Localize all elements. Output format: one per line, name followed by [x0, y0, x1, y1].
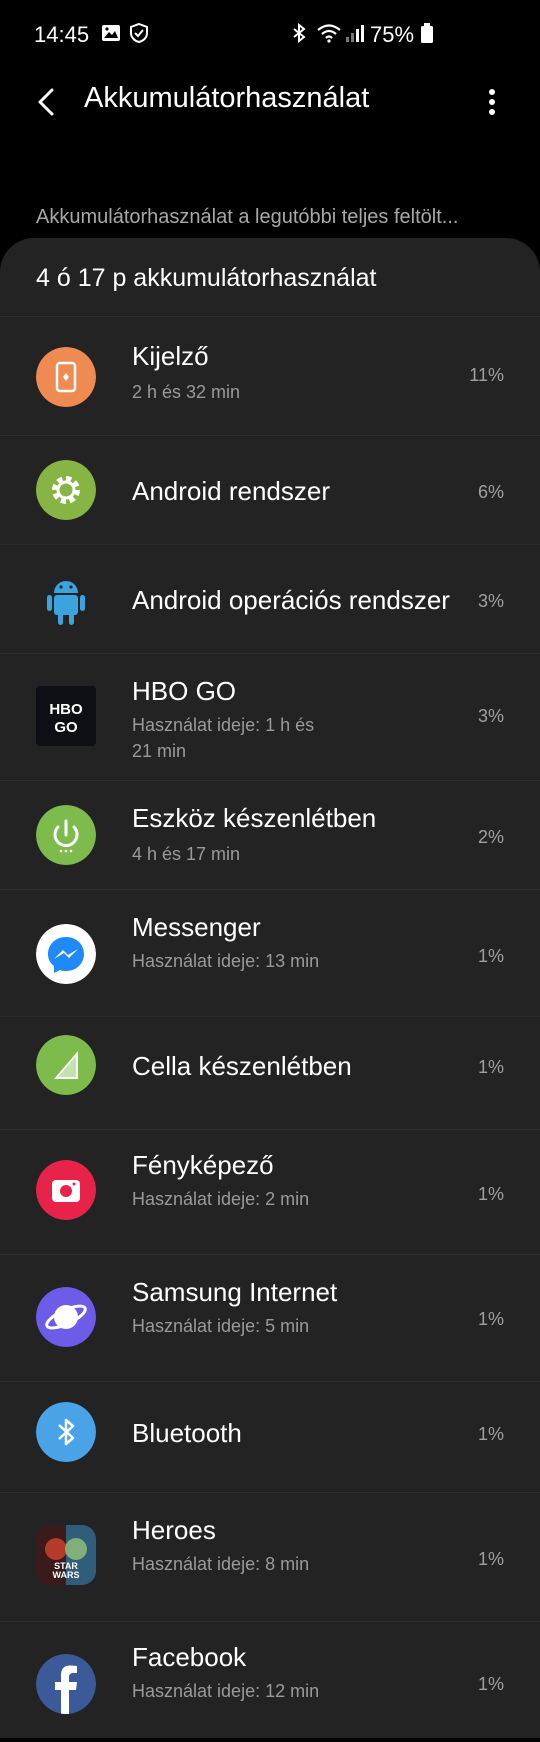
battery-usage-card: 4 ó 17 p akkumulátorhasználat Kijelző 2 …: [0, 238, 540, 1738]
list-item-bluetooth[interactable]: Bluetooth 1%: [0, 1381, 540, 1492]
item-sub: Használat ideje: 1 h és 21 min: [132, 715, 315, 761]
bluetooth-status-icon: [293, 22, 306, 44]
item-name: Heroes: [132, 1515, 216, 1545]
list-item-device-standby[interactable]: Eszköz készenlétben 4 h és 17 min 2%: [0, 780, 540, 889]
hbo-logo-text: HBO: [49, 701, 83, 718]
power-icon: [36, 805, 96, 865]
item-percent: 1%: [477, 1674, 504, 1694]
item-name: Android operációs rendszer: [132, 585, 450, 615]
back-button[interactable]: [30, 84, 66, 120]
gallery-icon: [102, 25, 120, 41]
item-name: HBO GO: [132, 676, 237, 706]
shield-icon: [130, 22, 148, 44]
item-name: Cella készenlétben: [132, 1051, 352, 1081]
status-bar: 14:45 75%: [0, 0, 540, 68]
list-item-messenger[interactable]: Messenger Használat ideje: 13 min 1%: [0, 889, 540, 1016]
item-sub: Használat ideje: 12 min: [132, 1681, 320, 1701]
item-name: Bluetooth: [132, 1418, 242, 1448]
heroes-logo-line-2: WARS: [53, 1570, 80, 1580]
android-robot-icon: [36, 569, 96, 629]
item-name: Messenger: [132, 912, 261, 942]
facebook-icon: [36, 1654, 96, 1714]
item-name: Facebook: [132, 1642, 247, 1672]
app-bar: Akkumulátorhasználat: [0, 68, 540, 168]
hbo-go-icon: HBO GO: [36, 686, 96, 746]
item-percent: 1%: [477, 1057, 504, 1077]
item-sub: Használat ideje: 2 min: [132, 1189, 310, 1209]
list-item-heroes[interactable]: STAR WARS Heroes Használat ideje: 8 min …: [0, 1492, 540, 1621]
list-item-facebook[interactable]: Facebook Használat ideje: 12 min 1%: [0, 1621, 540, 1742]
page-title: Akkumulátorhasználat: [84, 82, 370, 114]
item-percent: 1%: [477, 1549, 504, 1569]
item-sub: Használat ideje: 13 min: [132, 951, 320, 971]
item-sub: 2 h és 32 min: [132, 382, 241, 402]
item-name: Android rendszer: [132, 476, 330, 506]
wifi-icon: [317, 24, 341, 43]
item-name: Fényképező: [132, 1150, 274, 1180]
list-item-hbo-go[interactable]: HBO GO HBO GO Használat ideje: 1 h és 21…: [0, 653, 540, 780]
item-percent: 1%: [477, 946, 504, 966]
bluetooth-icon: [36, 1402, 96, 1462]
item-percent: 6%: [477, 482, 504, 502]
messenger-icon: [36, 924, 96, 984]
list-item-samsung-internet[interactable]: Samsung Internet Használat ideje: 5 min …: [0, 1254, 540, 1381]
item-percent: 1%: [477, 1309, 504, 1329]
samsung-internet-icon: [36, 1287, 96, 1347]
go-logo-text: GO: [54, 719, 78, 736]
list-item-camera[interactable]: Fényképező Használat ideje: 2 min 1%: [0, 1129, 540, 1254]
app-usage-list: Kijelző 2 h és 32 min 11% Android rendsz…: [0, 316, 540, 1742]
display-icon: [36, 347, 96, 407]
usage-since-charge-label: Akkumulátorhasználat a legutóbbi teljes …: [36, 206, 459, 228]
heroes-icon: STAR WARS: [36, 1525, 96, 1585]
more-options-button[interactable]: [476, 84, 508, 120]
item-percent: 3%: [477, 706, 504, 726]
item-name: Samsung Internet: [132, 1277, 338, 1307]
item-percent: 3%: [477, 591, 504, 611]
list-item-android-os[interactable]: Android operációs rendszer 3%: [0, 544, 540, 653]
signal-icon: [36, 1035, 96, 1095]
battery-icon: [421, 23, 433, 43]
list-item-kijelzo[interactable]: Kijelző 2 h és 32 min 11%: [0, 316, 540, 435]
item-percent: 1%: [477, 1184, 504, 1204]
item-percent: 1%: [477, 1424, 504, 1444]
list-item-cell-standby[interactable]: Cella készenlétben 1%: [0, 1016, 540, 1129]
item-percent: 11%: [469, 365, 504, 385]
usage-summary-title: 4 ó 17 p akkumulátorhasználat: [36, 264, 377, 292]
cell-signal-icon: [346, 25, 364, 42]
item-name: Eszköz készenlétben: [132, 803, 377, 833]
battery-percent: 75%: [370, 22, 415, 47]
item-sub: 4 h és 17 min: [132, 844, 241, 864]
camera-icon: [36, 1160, 96, 1220]
item-name: Kijelző: [132, 341, 209, 371]
item-sub: Használat ideje: 5 min: [132, 1316, 310, 1336]
item-sub: Használat ideje: 8 min: [132, 1554, 310, 1574]
gear-icon: [36, 460, 96, 520]
status-time: 14:45: [34, 22, 90, 47]
item-percent: 2%: [477, 827, 504, 847]
list-item-android-system[interactable]: Android rendszer 6%: [0, 435, 540, 544]
